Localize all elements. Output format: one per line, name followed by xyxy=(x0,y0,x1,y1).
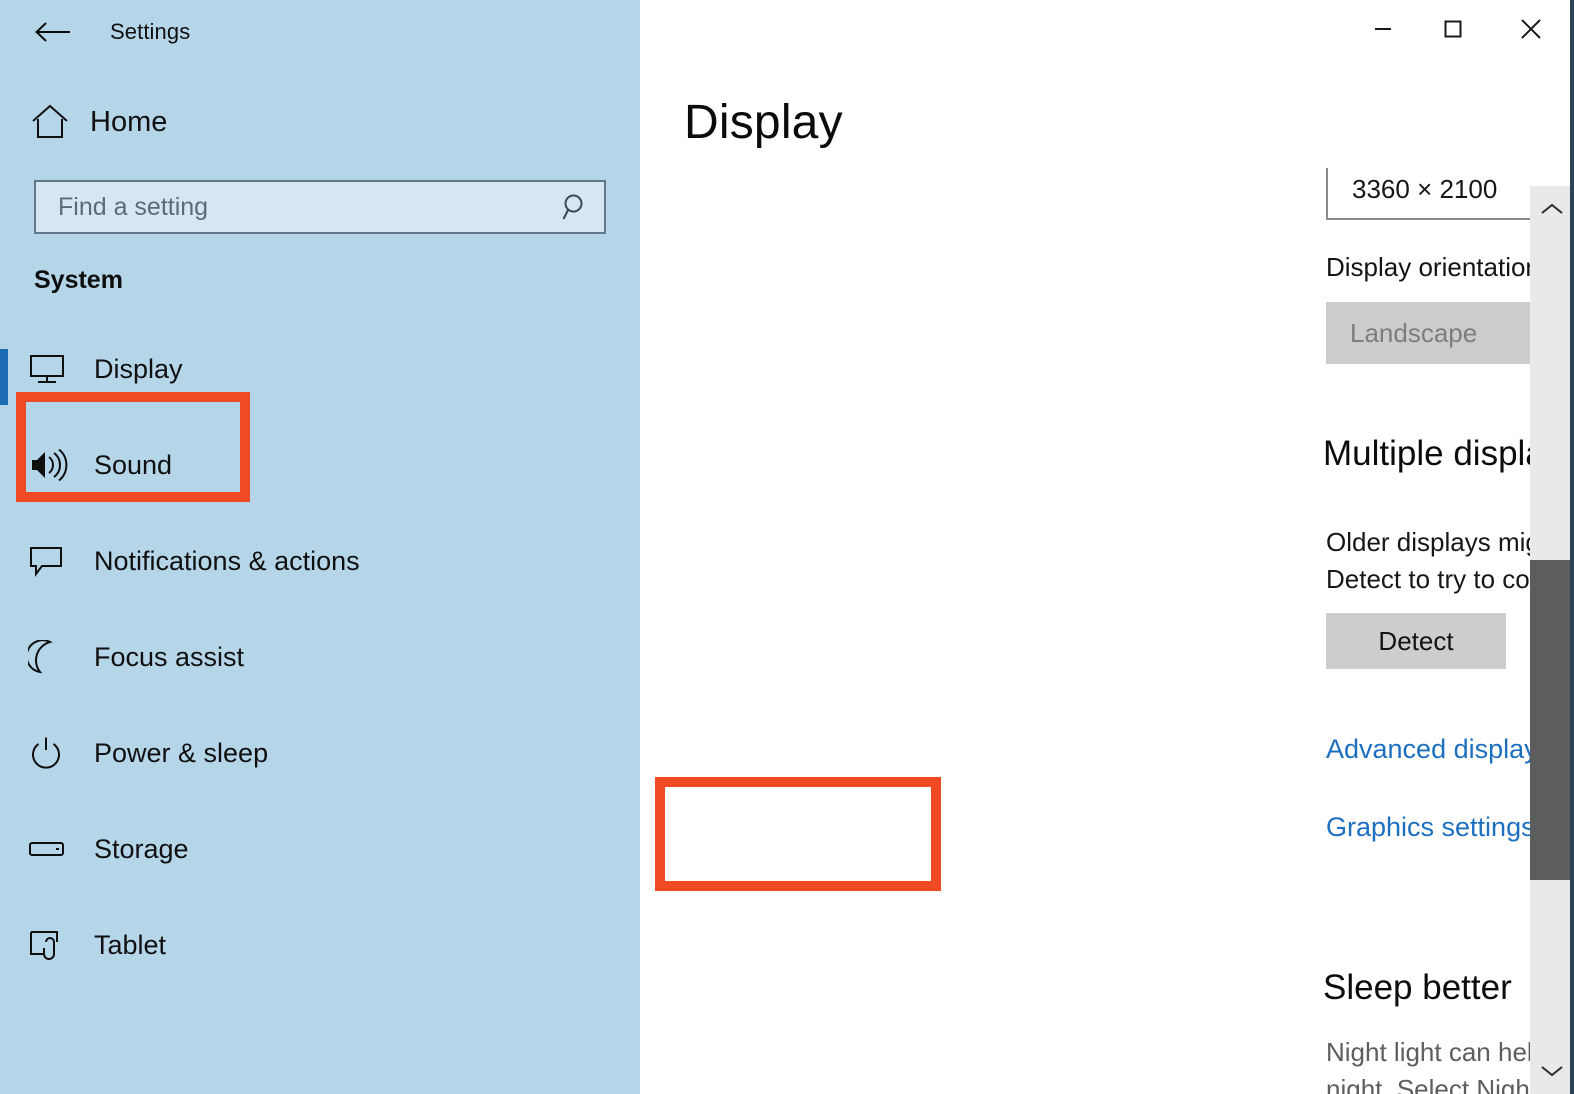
sidebar-item-home-label: Home xyxy=(90,105,168,138)
scrollbar-thumb[interactable] xyxy=(1530,560,1574,880)
sidebar-header: Settings xyxy=(0,0,640,64)
sidebar-item-sound[interactable]: Sound xyxy=(0,417,640,513)
vertical-scrollbar[interactable] xyxy=(1530,186,1574,1094)
sidebar-item-power-sleep-label: Power & sleep xyxy=(94,737,269,768)
resolution-value: 3360 × 2100 xyxy=(1352,173,1498,204)
search-input[interactable] xyxy=(36,182,548,232)
content-pane: 3360 × 2100 Display orientation Landscap… xyxy=(640,0,1574,1094)
window-right-border xyxy=(1570,0,1574,1094)
speaker-icon xyxy=(28,448,76,482)
sidebar-item-display[interactable]: Display xyxy=(0,321,640,417)
sidebar-nav-list: Display Sound Notifications & actions Fo… xyxy=(0,321,640,993)
search-box[interactable] xyxy=(34,180,606,234)
page-title: Display xyxy=(684,97,857,149)
sidebar-item-focus-assist-label: Focus assist xyxy=(94,641,245,672)
home-icon xyxy=(30,103,74,141)
sleep-better-heading: Sleep better xyxy=(1323,968,1512,1007)
tablet-touch-icon xyxy=(28,928,76,962)
display-orientation-label: Display orientation xyxy=(1326,252,1540,282)
settings-window: Settings Home System xyxy=(0,0,1574,1094)
sidebar-item-home[interactable]: Home xyxy=(0,94,640,150)
close-button[interactable] xyxy=(1488,0,1574,58)
sidebar-item-power-sleep[interactable]: Power & sleep xyxy=(0,705,640,801)
window-controls xyxy=(640,0,1574,62)
settings-scroll-body: 3360 × 2100 Display orientation Landscap… xyxy=(640,0,1574,1094)
detect-button[interactable]: Detect xyxy=(1326,613,1506,669)
sidebar-item-display-label: Display xyxy=(94,353,183,384)
sidebar-group-title: System xyxy=(34,266,123,294)
search-icon[interactable] xyxy=(548,182,604,232)
sidebar-item-tablet-label: Tablet xyxy=(94,929,167,960)
graphics-settings-link[interactable]: Graphics settings xyxy=(1326,812,1535,843)
selection-indicator xyxy=(0,349,8,405)
power-icon xyxy=(28,736,76,770)
sidebar-item-tablet[interactable]: Tablet xyxy=(0,897,640,993)
drive-icon xyxy=(28,832,76,866)
chevron-up-icon[interactable] xyxy=(1530,186,1574,232)
sidebar: Settings Home System xyxy=(0,0,640,1094)
minimize-button[interactable] xyxy=(1348,0,1418,58)
monitor-icon xyxy=(28,352,76,386)
sidebar-item-storage-label: Storage xyxy=(94,833,189,864)
back-button[interactable] xyxy=(32,11,74,53)
maximize-button[interactable] xyxy=(1418,0,1488,58)
display-orientation-value: Landscape xyxy=(1350,317,1478,348)
chevron-down-icon[interactable] xyxy=(1530,1048,1574,1094)
sidebar-item-focus-assist[interactable]: Focus assist xyxy=(0,609,640,705)
chat-bubble-icon xyxy=(28,544,76,578)
sidebar-item-sound-label: Sound xyxy=(94,449,173,480)
moon-icon xyxy=(28,640,76,674)
sidebar-item-storage[interactable]: Storage xyxy=(0,801,640,897)
sidebar-item-notifications-label: Notifications & actions xyxy=(94,545,360,576)
sidebar-item-notifications[interactable]: Notifications & actions xyxy=(0,513,640,609)
app-title: Settings xyxy=(110,19,191,44)
